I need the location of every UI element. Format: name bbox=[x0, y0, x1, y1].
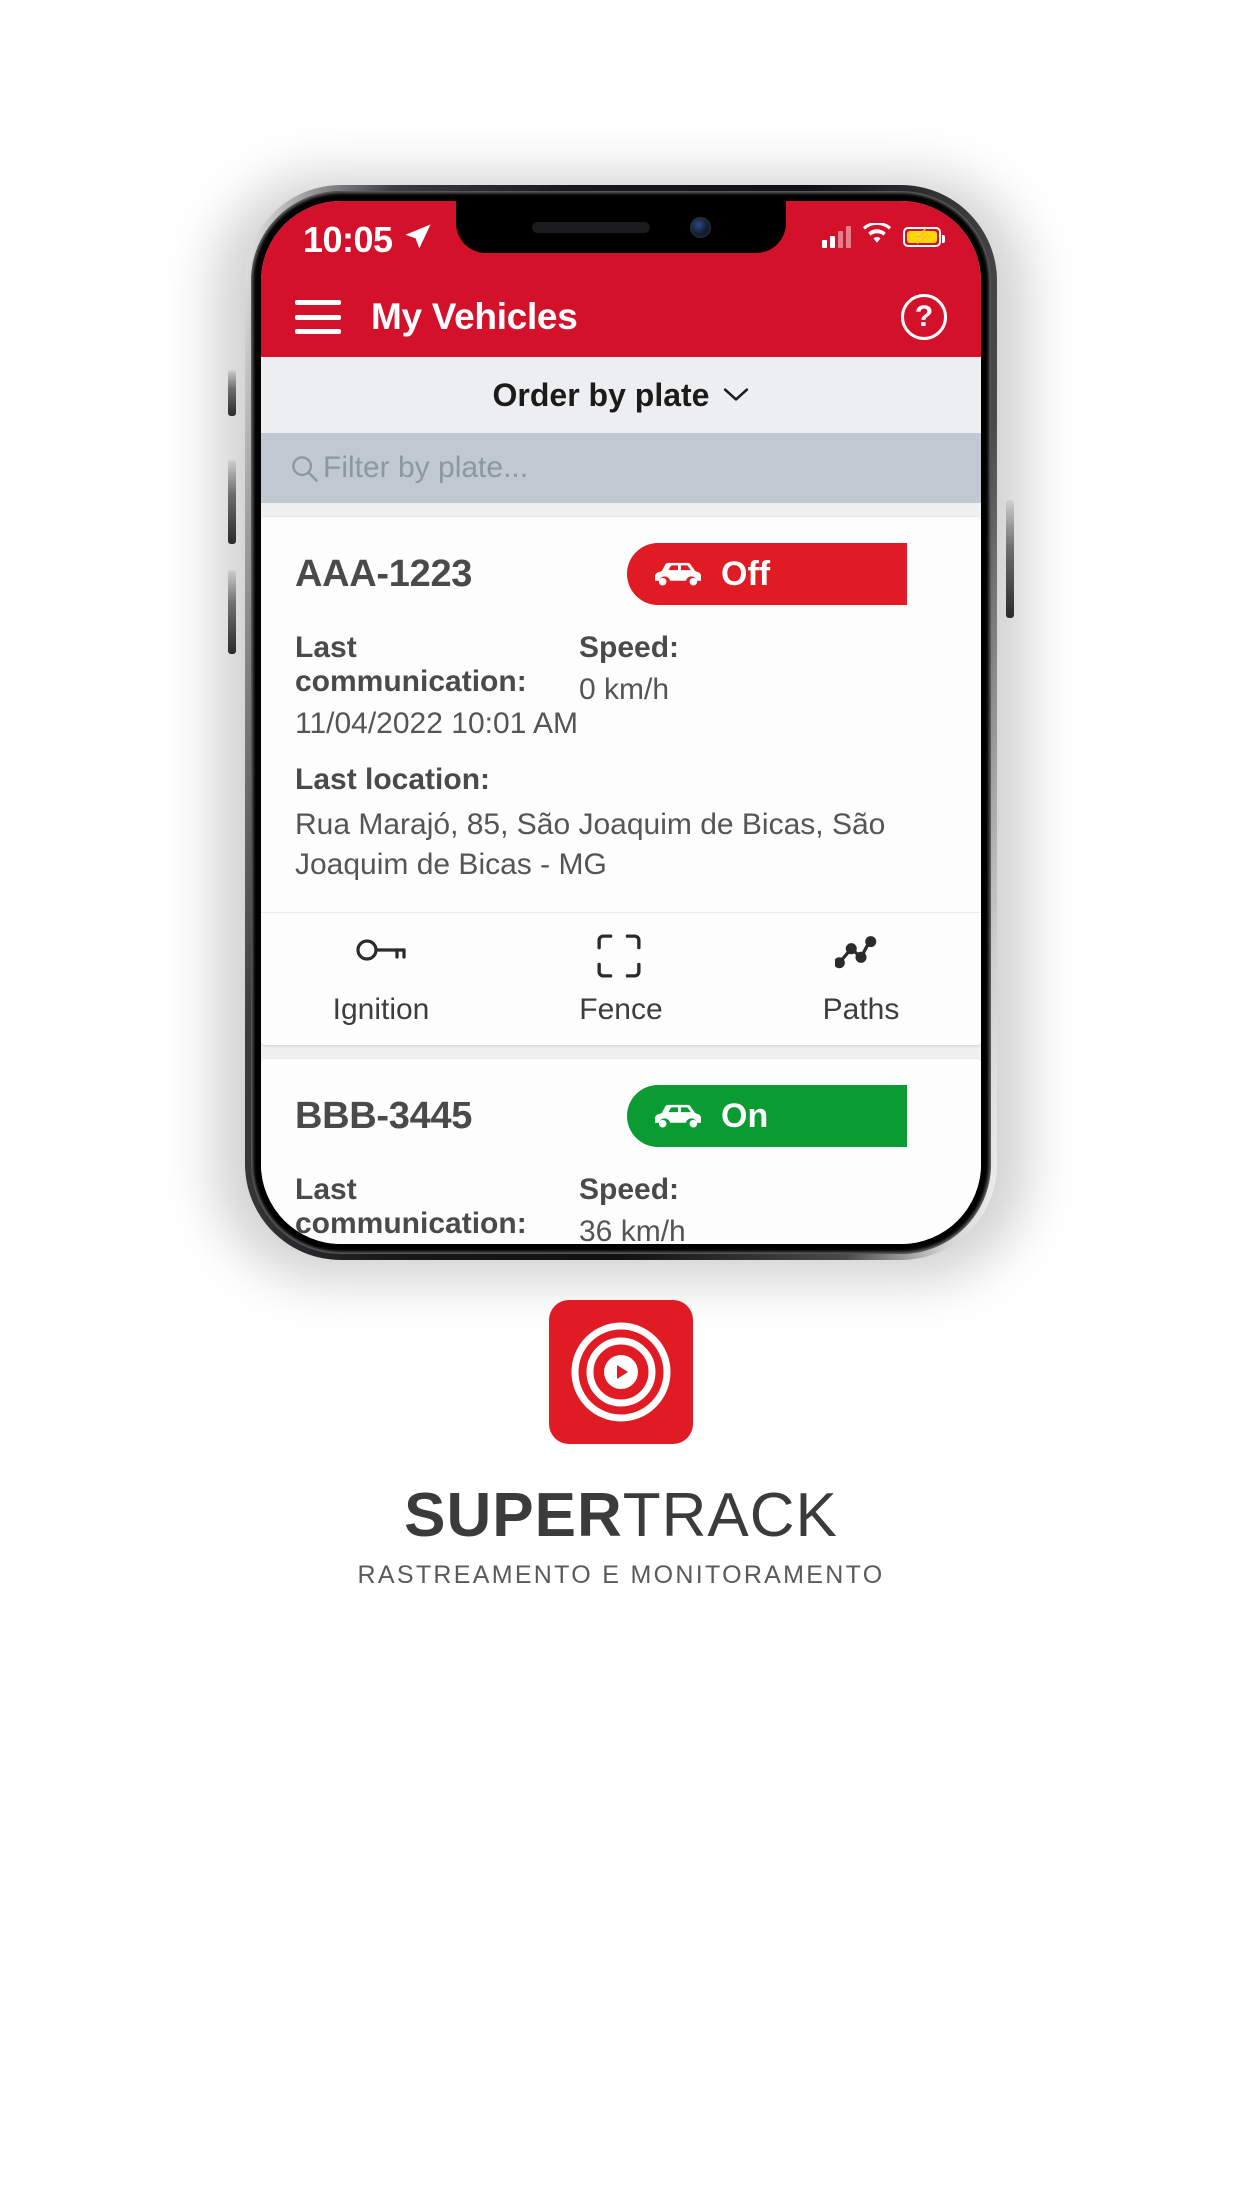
brand-name: SUPERTRACK bbox=[404, 1480, 838, 1551]
last-location-label: Last location: bbox=[295, 763, 491, 796]
app-header: My Vehicles ? bbox=[261, 277, 981, 357]
phone-notch bbox=[456, 201, 786, 253]
phone-volume-down-button[interactable] bbox=[228, 570, 236, 654]
last-communication-block: Last communication: 11/04/2022 10:01 AM bbox=[295, 631, 579, 741]
speed-block: Speed: 0 km/h bbox=[579, 631, 947, 741]
vehicle-card-body: BBB-3445 On Last communication: Speed: 3… bbox=[261, 1059, 981, 1244]
battery-charging-icon: ⚡ bbox=[903, 226, 945, 247]
vehicle-card[interactable]: BBB-3445 On Last communication: Speed: 3… bbox=[261, 1059, 981, 1244]
brand-lockup: SUPERTRACK RASTREAMENTO E MONITORAMENTO bbox=[0, 1300, 1242, 1590]
phone-mute-switch[interactable] bbox=[228, 370, 236, 416]
speed-value: 36 km/h bbox=[579, 1215, 686, 1244]
speed-block: Speed: 36 km/h bbox=[579, 1173, 947, 1244]
vehicle-card-header: BBB-3445 On bbox=[295, 1085, 947, 1148]
route-paths-icon bbox=[833, 933, 887, 979]
action-label: Fence bbox=[579, 993, 663, 1027]
vehicle-card-actions: Ignition Fence Paths bbox=[261, 912, 981, 1045]
vehicle-meta-row: Last communication: 11/04/2022 09:55 AM … bbox=[295, 1173, 947, 1244]
chevron-down-icon bbox=[723, 383, 749, 407]
action-label: Ignition bbox=[332, 993, 430, 1027]
status-badge[interactable]: On bbox=[627, 1085, 907, 1148]
last-location-value: Rua Marajó, 85, São Joaquim de Bicas, Sã… bbox=[295, 808, 886, 881]
last-communication-value: 11/04/2022 10:01 AM bbox=[295, 707, 579, 740]
action-fence[interactable]: Fence bbox=[501, 933, 741, 1027]
earpiece-speaker bbox=[531, 221, 650, 233]
hamburger-menu-icon[interactable] bbox=[295, 300, 341, 334]
last-location-block: Last location: Rua Marajó, 85, São Joaqu… bbox=[295, 763, 947, 884]
action-paths[interactable]: Paths bbox=[741, 933, 981, 1027]
speed-value: 0 km/h bbox=[579, 673, 670, 706]
vehicle-card[interactable]: AAA-1223 Off Last communication: 11/04/2… bbox=[261, 517, 981, 1046]
vehicle-card-body: AAA-1223 Off Last communication: 11/04/2… bbox=[261, 517, 981, 912]
page-title: My Vehicles bbox=[371, 296, 578, 337]
page-root: 10:05 ⚡ My Vehicles ? Order by plate Fil… bbox=[0, 0, 1242, 2208]
brand-name-bold: SUPER bbox=[404, 1481, 623, 1550]
phone-screen: 10:05 ⚡ My Vehicles ? Order by plate Fil… bbox=[261, 201, 981, 1244]
vehicle-meta-row: Last communication: 11/04/2022 10:01 AM … bbox=[295, 631, 947, 741]
help-question-icon[interactable]: ? bbox=[901, 294, 947, 340]
filter-bar[interactable]: Filter by plate... bbox=[261, 433, 981, 503]
search-input[interactable]: Filter by plate... bbox=[323, 451, 528, 485]
last-communication-label: Last communication: bbox=[295, 631, 527, 698]
status-bar-time-group: 10:05 bbox=[303, 219, 433, 261]
status-bar-indicators: ⚡ bbox=[822, 222, 945, 250]
vehicle-plate: BBB-3445 bbox=[295, 1094, 473, 1137]
action-ignition[interactable]: Ignition bbox=[261, 933, 501, 1027]
cellular-signal-icon bbox=[822, 225, 851, 248]
geofence-icon bbox=[595, 933, 647, 979]
location-arrow-icon bbox=[403, 219, 433, 261]
vehicle-list[interactable]: AAA-1223 Off Last communication: 11/04/2… bbox=[261, 503, 981, 1244]
status-badge[interactable]: Off bbox=[627, 543, 907, 605]
key-icon bbox=[355, 933, 407, 979]
last-communication-label: Last communication: bbox=[295, 1173, 527, 1241]
phone-frame: 10:05 ⚡ My Vehicles ? Order by plate Fil… bbox=[245, 185, 997, 1260]
order-by-label: Order by plate bbox=[492, 376, 710, 413]
phone-volume-up-button[interactable] bbox=[228, 460, 236, 544]
status-bar-time: 10:05 bbox=[303, 219, 393, 260]
front-camera bbox=[689, 216, 711, 238]
speed-label: Speed: bbox=[579, 1173, 680, 1207]
status-badge-label: On bbox=[721, 1096, 769, 1135]
car-icon bbox=[655, 1102, 701, 1130]
speed-label: Speed: bbox=[579, 631, 680, 664]
last-communication-block: Last communication: 11/04/2022 09:55 AM bbox=[295, 1173, 579, 1244]
order-by-selector[interactable]: Order by plate bbox=[261, 357, 981, 433]
vehicle-card-header: AAA-1223 Off bbox=[295, 543, 947, 605]
vehicle-plate: AAA-1223 bbox=[295, 552, 473, 595]
brand-name-thin: TRACK bbox=[622, 1481, 838, 1550]
status-badge-label: Off bbox=[721, 554, 771, 593]
brand-tagline: RASTREAMENTO E MONITORAMENTO bbox=[357, 1561, 885, 1589]
car-icon bbox=[655, 560, 701, 588]
phone-power-button[interactable] bbox=[1006, 500, 1014, 618]
phone-bezel: 10:05 ⚡ My Vehicles ? Order by plate Fil… bbox=[251, 191, 991, 1254]
action-label: Paths bbox=[822, 993, 900, 1027]
wifi-icon bbox=[863, 222, 891, 250]
supertrack-logo-icon bbox=[549, 1300, 693, 1444]
search-icon bbox=[289, 453, 319, 483]
